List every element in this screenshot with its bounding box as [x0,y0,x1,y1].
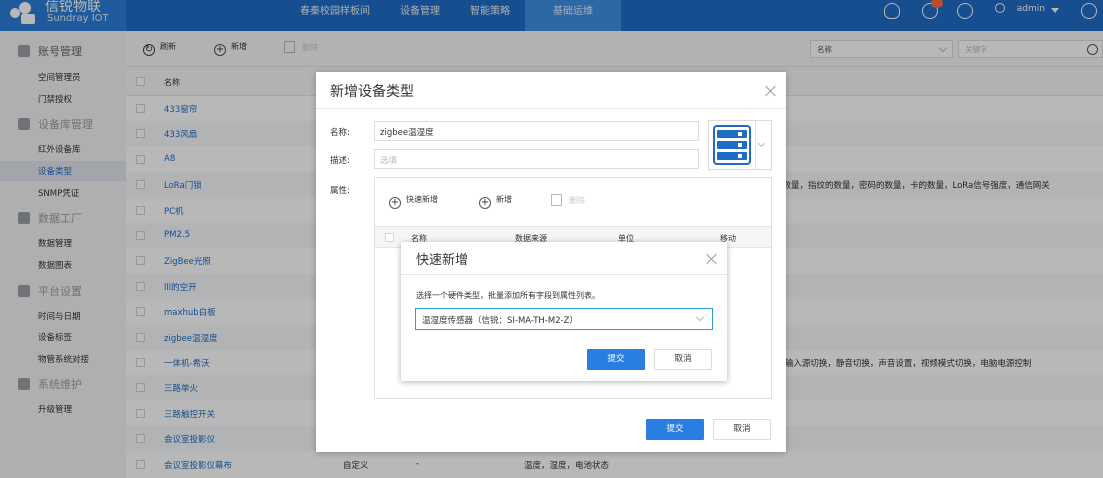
database-icon [713,125,751,165]
description-field[interactable]: 选填 [374,149,699,169]
name-field[interactable]: zigbee温湿度 [374,121,699,141]
attr-select-all-checkbox[interactable] [385,233,394,242]
divider [316,108,786,109]
divider [401,274,727,275]
attr-add-button[interactable]: + 新增 [479,194,512,209]
attributes-label: 属性: [330,186,350,196]
attr-delete-label: 删除 [569,196,585,205]
chevron-down-icon [695,312,705,322]
submit-button[interactable]: 提交 [646,419,704,440]
quick-add-title: 快速新增 [416,253,469,268]
hardware-type-select[interactable]: 温湿度传感器（信锐：SI-MA-TH-M2-Z） [415,308,713,330]
quick-add-button[interactable]: + 快速新增 [389,194,438,209]
plus-icon: + [479,197,491,209]
quick-add-cancel-button[interactable]: 取消 [654,349,712,370]
quick-add-dialog: 快速新增 选择一个硬件类型，批量添加所有字段到属性列表。 温湿度传感器（信锐：S… [401,242,727,381]
quick-add-submit-button[interactable]: 提交 [587,349,645,370]
quick-add-label: 快速新增 [406,195,438,204]
quick-add-hint: 选择一个硬件类型，批量添加所有字段到属性列表。 [416,291,600,300]
close-icon[interactable] [765,85,777,97]
attr-delete-button[interactable]: 删除 [551,194,585,206]
description-label: 描述: [330,156,350,166]
close-icon[interactable] [706,253,718,265]
hardware-type-value: 温湿度传感器（信锐：SI-MA-TH-M2-Z） [422,316,579,326]
icon-picker[interactable] [708,120,772,170]
name-label: 名称: [330,128,350,138]
plus-icon: + [389,197,401,209]
dialog-title: 新增设备类型 [330,84,414,100]
chevron-down-icon [757,139,766,148]
cancel-button[interactable]: 取消 [713,419,771,440]
trash-icon [551,194,562,206]
attr-add-label: 新增 [496,195,512,204]
